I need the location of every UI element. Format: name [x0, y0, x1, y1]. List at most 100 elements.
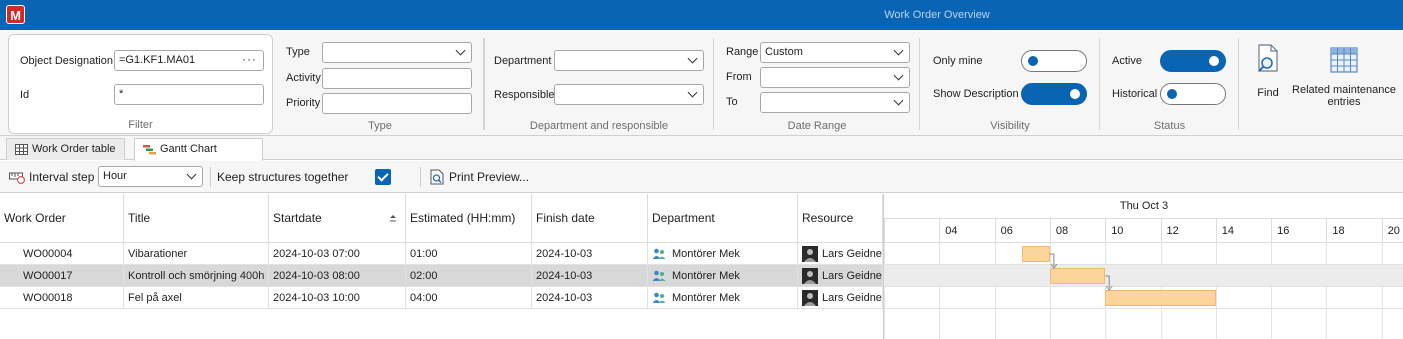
cell-resource: Lars Geidne: [798, 265, 883, 287]
from-date-picker[interactable]: [760, 67, 910, 88]
cell-estimated: 01:00: [406, 243, 532, 265]
find-button[interactable]: Find: [1248, 44, 1288, 99]
cell-work-order: WO00004: [0, 243, 124, 265]
cell-text: WO00017: [23, 270, 73, 282]
gantt-toolbar: Interval step Hour Keep structures toget…: [0, 161, 1403, 193]
find-document-icon: [1258, 44, 1278, 72]
object-designation-value: =G1.KF1.MA01: [119, 54, 196, 66]
cell-department: Montörer Mek: [648, 265, 798, 287]
cell-resource: Lars Geidne: [798, 287, 883, 309]
gantt-chart: Thu Oct 3 04 06 08 10 12 14 16 18 20: [883, 194, 1403, 339]
gantt-icon: [143, 144, 156, 155]
cell-startdate: 2024-10-03 07:00: [269, 243, 406, 265]
table-row[interactable]: WO00004 Vibarationer 2024-10-03 07:00 01:00…: [0, 243, 883, 265]
avatar: [802, 290, 818, 307]
cell-text: Vibarationer: [128, 248, 188, 260]
id-input[interactable]: *: [114, 84, 264, 105]
historical-label: Historical: [1112, 88, 1158, 100]
historical-toggle[interactable]: [1160, 83, 1226, 105]
cell-work-order: WO00018: [0, 287, 124, 309]
range-select[interactable]: Custom: [760, 42, 910, 63]
id-label: Id: [20, 89, 30, 101]
type-group: Type Activity Priority Type: [276, 34, 484, 134]
tab-gantt-chart[interactable]: Gantt Chart: [134, 138, 263, 161]
date-range-group: Range Custom From To Date Range: [714, 34, 920, 134]
table-row[interactable]: WO00017 Kontroll och smörjning 400h 2024-1…: [0, 265, 883, 287]
date-range-group-label: Date Range: [787, 120, 847, 132]
visibility-group-label: Visibility: [990, 120, 1030, 132]
cell-estimated: 02:00: [406, 265, 532, 287]
filter-group-label: Filter: [128, 119, 153, 131]
tab-label: Gantt Chart: [160, 143, 217, 155]
chevron-down-icon: [687, 53, 698, 64]
cell-finish: 2024-10-03: [532, 287, 648, 309]
only-mine-toggle[interactable]: [1021, 50, 1087, 72]
department-group-label: Department and responsible: [529, 120, 669, 132]
to-date-picker[interactable]: [760, 92, 910, 113]
range-label: Range: [726, 46, 759, 58]
table-icon: [15, 143, 28, 155]
chevron-down-icon: [455, 45, 466, 56]
only-mine-label: Only mine: [933, 55, 983, 67]
chevron-down-icon: [893, 45, 904, 56]
work-order-grid: Work Order Title Startdate Estimated (HH…: [0, 194, 883, 339]
interval-step-select[interactable]: Hour: [98, 166, 203, 187]
cell-text: Fel på axel: [128, 292, 182, 304]
cell-text: Montörer Mek: [672, 270, 740, 282]
ruler-clock-icon: [9, 172, 25, 184]
responsible-select[interactable]: [554, 84, 704, 105]
keep-structures-checkbox[interactable]: [375, 169, 391, 185]
cell-department: Montörer Mek: [648, 243, 798, 265]
tab-work-order-table[interactable]: Work Order table: [6, 138, 125, 160]
related-label-line1: Related maintenance: [1292, 84, 1396, 96]
column-header-department[interactable]: Department: [648, 194, 798, 243]
cell-text: 2024-10-03 08:00: [273, 270, 360, 282]
browse-icon[interactable]: ···: [242, 50, 257, 69]
chevron-down-icon: [893, 95, 904, 106]
table-row[interactable]: WO00018 Fel på axel 2024-10-03 10:00 04:00 2…: [0, 287, 883, 309]
sort-ascending-icon: [390, 215, 396, 222]
cell-text: WO00018: [23, 292, 73, 304]
cell-text: Lars Geidne: [822, 292, 882, 304]
table-grid-icon: [1330, 47, 1358, 73]
column-header-title[interactable]: Title: [124, 194, 269, 243]
chevron-down-icon: [687, 87, 698, 98]
cell-startdate: 2024-10-03 08:00: [269, 265, 406, 287]
type-label: Type: [286, 46, 310, 58]
gantt-dependency-links: [1049, 253, 1113, 291]
activity-input[interactable]: [322, 68, 472, 89]
cell-text: 2024-10-03 07:00: [273, 248, 360, 260]
startdate-header-label: Startdate: [273, 211, 322, 225]
status-group-label: Status: [1153, 120, 1186, 132]
type-select[interactable]: [322, 42, 472, 63]
cell-startdate: 2024-10-03 10:00: [269, 287, 406, 309]
from-label: From: [726, 71, 752, 83]
print-preview-button[interactable]: Print Preview...: [449, 170, 529, 184]
cell-text: Kontroll och smörjning 400h: [128, 270, 265, 282]
cell-work-order: WO00017: [0, 265, 124, 287]
column-header-finish-date[interactable]: Finish date: [532, 194, 648, 243]
cell-text: Montörer Mek: [672, 292, 740, 304]
cell-text: 2024-10-03: [536, 270, 593, 282]
dependency-arrow: [1049, 253, 1055, 266]
object-designation-input[interactable]: =G1.KF1.MA01 ···: [114, 50, 264, 71]
department-group: Department Responsible Department and re…: [484, 34, 714, 134]
show-description-toggle[interactable]: [1021, 83, 1087, 105]
dependency-arrow: [1105, 275, 1110, 288]
department-select[interactable]: [554, 50, 704, 71]
cell-text: 2024-10-03 10:00: [273, 292, 360, 304]
to-label: To: [726, 96, 738, 108]
column-header-work-order[interactable]: Work Order: [0, 194, 124, 243]
priority-input[interactable]: [322, 93, 472, 114]
print-preview-icon: [430, 169, 444, 185]
chevron-down-icon: [893, 70, 904, 81]
column-header-startdate[interactable]: Startdate: [269, 194, 406, 243]
related-maintenance-entries-button[interactable]: Related maintenance entries: [1290, 46, 1398, 108]
column-header-estimated[interactable]: Estimated (HH:mm): [406, 194, 532, 243]
cell-finish: 2024-10-03: [532, 243, 648, 265]
active-toggle[interactable]: [1160, 50, 1226, 72]
cell-text: 01:00: [410, 248, 438, 260]
column-header-resource[interactable]: Resource: [798, 194, 883, 243]
cell-text: 04:00: [410, 292, 438, 304]
filter-group: Object Designation =G1.KF1.MA01 ··· Id *…: [8, 34, 273, 134]
